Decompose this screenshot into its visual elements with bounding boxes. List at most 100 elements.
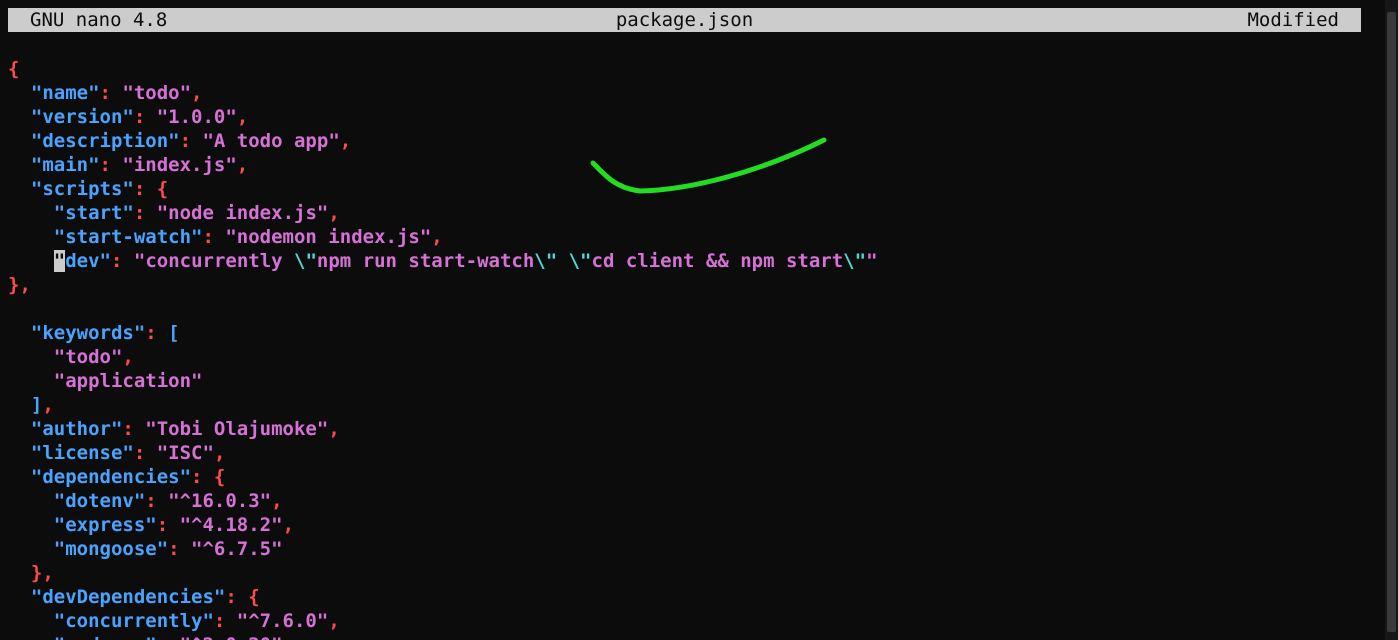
code-token: ,	[339, 130, 352, 152]
code-line: {	[8, 57, 1378, 81]
code-token: :	[179, 130, 203, 152]
code-token: "todo"	[122, 82, 192, 104]
code-line: "start": "node index.js",	[8, 201, 1378, 225]
code-token: :	[122, 418, 146, 440]
code-token: "	[866, 250, 878, 272]
code-token: "nodemon"	[8, 634, 157, 640]
code-token: :	[133, 106, 157, 128]
code-token: ,	[431, 226, 443, 248]
code-token: "description"	[8, 130, 180, 152]
code-token: cd client && npm start	[591, 250, 844, 272]
code-token: :	[213, 610, 237, 632]
code-token: \"	[534, 250, 558, 272]
code-token: :	[133, 442, 157, 464]
code-token: "^6.7.5"	[191, 538, 283, 560]
code-line: "nodemon": "^2.0.20"	[8, 633, 1378, 640]
code-token: "1.0.0"	[156, 106, 237, 128]
code-token: "application"	[8, 370, 203, 392]
code-line: "dependencies": {	[8, 465, 1378, 489]
code-token: "mongoose"	[8, 538, 169, 560]
code-token: {	[248, 586, 260, 608]
code-token: "keywords"	[8, 322, 146, 344]
scrollbar-thumb[interactable]	[1387, 12, 1396, 632]
code-token: \"	[294, 250, 317, 272]
code-line: "version": "1.0.0",	[8, 105, 1378, 129]
code-token: :	[133, 178, 157, 200]
code-token: "version"	[8, 106, 134, 128]
code-line: "application"	[8, 369, 1378, 393]
code-token: "index.js"	[122, 154, 237, 176]
code-token: [	[168, 322, 180, 344]
code-token: ,	[282, 514, 295, 536]
code-line: "main": "index.js",	[8, 153, 1378, 177]
code-token: :	[110, 250, 134, 272]
code-token: \"	[843, 250, 867, 272]
code-token: \"	[568, 250, 592, 272]
code-token: :	[156, 514, 180, 536]
code-token: ,	[213, 442, 226, 464]
code-token: "express"	[8, 514, 157, 536]
code-token: "start-watch"	[8, 226, 203, 248]
modified-status: Modified	[1247, 9, 1339, 31]
vertical-scrollbar[interactable]	[1385, 0, 1398, 640]
code-token: }	[8, 562, 43, 584]
code-token: {	[8, 58, 20, 80]
code-token: "license"	[8, 442, 134, 464]
code-token: :	[99, 82, 123, 104]
code-token: ,	[122, 346, 134, 368]
code-line: "concurrently": "^7.6.0",	[8, 609, 1378, 633]
file-name: package.json	[615, 9, 754, 31]
code-line: "todo",	[8, 345, 1378, 369]
code-token: :	[133, 202, 157, 224]
code-token: ,	[328, 202, 340, 224]
code-line: ],	[8, 393, 1378, 417]
code-line: },	[8, 561, 1378, 585]
code-token: "node index.js"	[156, 202, 329, 224]
code-token: :	[225, 586, 249, 608]
code-token: "main"	[8, 154, 100, 176]
code-token: "concurrently"	[8, 610, 214, 632]
code-token: :	[145, 490, 169, 512]
code-token: "devDependencies"	[8, 586, 226, 608]
code-token: "todo"	[8, 346, 123, 368]
code-line: "keywords": [	[8, 321, 1378, 345]
code-token: {	[156, 178, 169, 200]
code-token: "start"	[8, 202, 134, 224]
code-line: "express": "^4.18.2",	[8, 513, 1378, 537]
code-token: "^4.18.2"	[179, 514, 283, 536]
code-token: dev"	[65, 250, 111, 272]
code-token: ,	[236, 154, 249, 176]
code-line: "dotenv": "^16.0.3",	[8, 489, 1378, 513]
code-token: ,	[42, 394, 54, 416]
code-token: {	[213, 466, 226, 488]
code-token: ]	[8, 394, 43, 416]
code-token: :	[191, 466, 214, 488]
code-token: ,	[42, 562, 54, 584]
text-cursor: "	[53, 250, 66, 272]
code-token: "name"	[8, 82, 100, 104]
code-token: ,	[271, 490, 283, 512]
code-token: :	[145, 322, 169, 344]
code-token: "scripts"	[8, 178, 134, 200]
code-token: "ISC"	[156, 442, 214, 464]
code-line: "name": "todo",	[8, 81, 1378, 105]
code-line: "author": "Tobi Olajumoke",	[8, 417, 1378, 441]
code-token: :	[168, 538, 192, 560]
code-token: :	[99, 154, 123, 176]
code-token: "A todo app"	[202, 130, 340, 152]
code-token: :	[157, 634, 180, 640]
code-line: },	[8, 273, 1378, 297]
code-token: },	[8, 274, 31, 296]
code-token: "^2.0.20"	[180, 634, 283, 640]
code-token: "concurrently	[133, 250, 295, 272]
code-line: "devDependencies": {	[8, 585, 1378, 609]
code-token: ,	[191, 82, 203, 104]
text-editor-area[interactable]: { "name": "todo", "version": "1.0.0", "d…	[8, 57, 1378, 640]
code-token: "author"	[8, 418, 123, 440]
code-token: :	[202, 226, 226, 248]
code-token: ,	[328, 418, 340, 440]
code-line: "mongoose": "^6.7.5"	[8, 537, 1378, 561]
